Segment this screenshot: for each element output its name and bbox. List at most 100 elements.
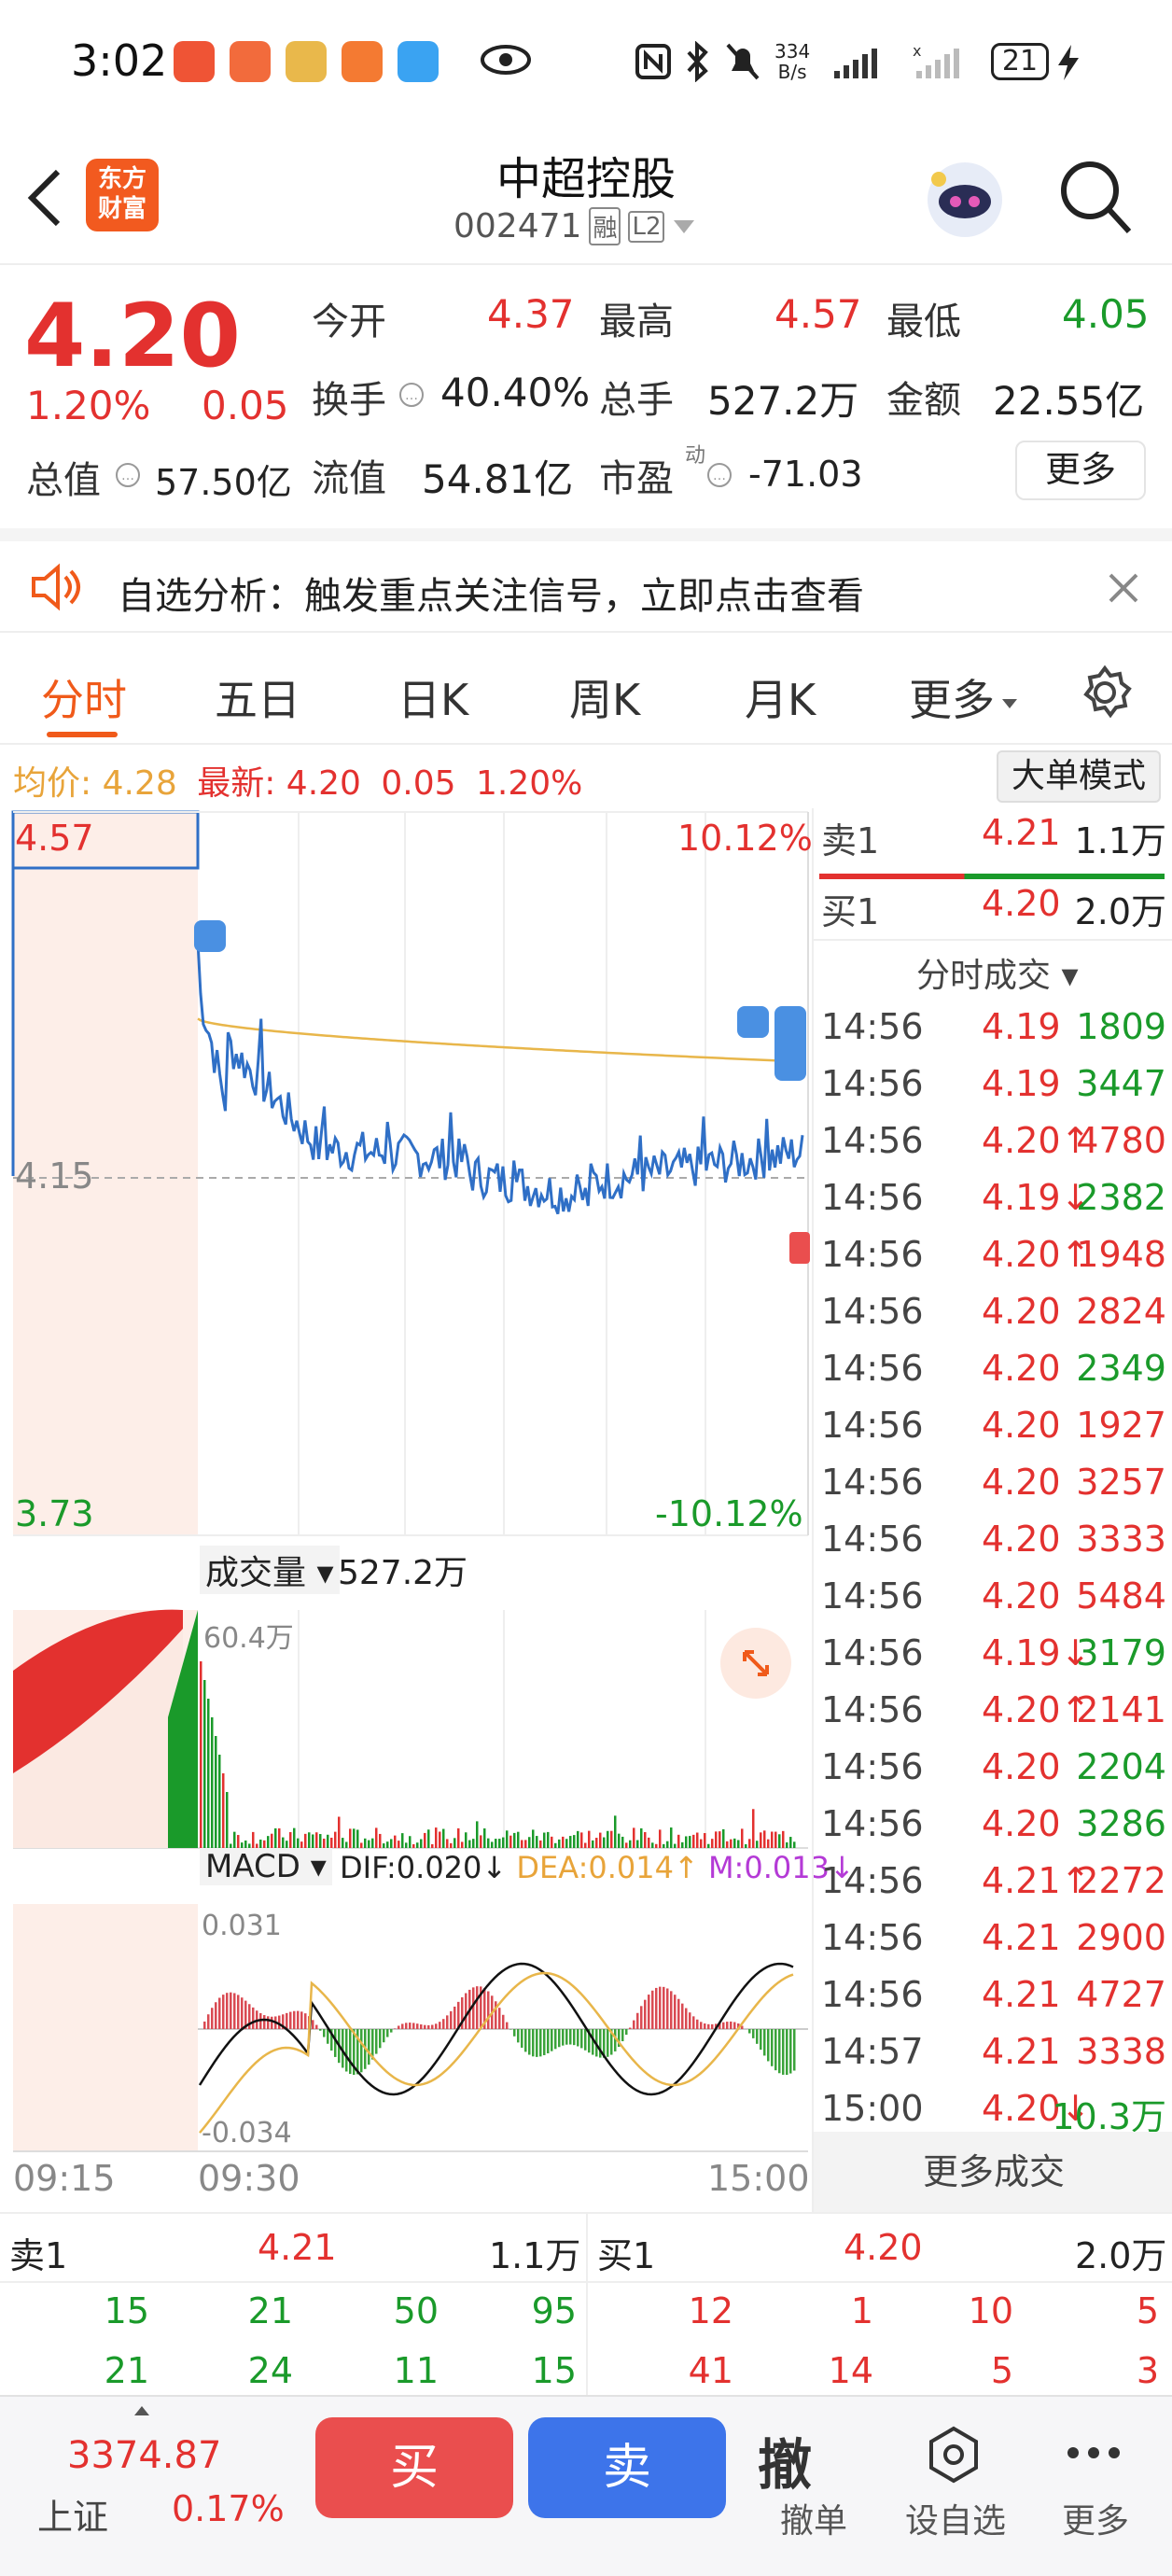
- volume-indicator-select[interactable]: 成交量 ▾: [200, 1546, 340, 1594]
- trade-row: 14:56 4.19↓ 2382: [814, 1177, 1172, 1235]
- volume-bar: [681, 1841, 684, 1848]
- volume-bar: [640, 1827, 643, 1848]
- tab-weekly-k[interactable]: 周K: [569, 666, 640, 728]
- volume-bar: [733, 1838, 736, 1848]
- volume-bar: [200, 1661, 202, 1848]
- info-icon[interactable]: …: [398, 381, 426, 409]
- volume-bar: [551, 1836, 553, 1848]
- trade-row: 14:56 4.20 3286: [814, 1803, 1172, 1861]
- sell-signal-marker[interactable]: [194, 920, 226, 952]
- macd-bar: [412, 2023, 415, 2029]
- volume-bar: [554, 1842, 557, 1848]
- search-icon[interactable]: [1058, 159, 1133, 237]
- macd-indicator-select[interactable]: MACD ▾: [200, 1848, 332, 1885]
- order-book-cell: 12: [688, 2290, 733, 2331]
- volume-bar: [286, 1841, 288, 1848]
- tick-trades-title[interactable]: 分时成交 ▾: [916, 948, 1079, 997]
- macd-bar: [573, 2029, 576, 2046]
- volume-bar: [543, 1832, 546, 1848]
- trade-volume: 3447: [1076, 1063, 1166, 1104]
- order-book-cell: 15: [104, 2290, 149, 2331]
- info-icon[interactable]: …: [705, 461, 733, 489]
- macd-bar: [636, 2012, 639, 2029]
- volume-total: 527.2万: [338, 1554, 468, 1592]
- volume-bar: [211, 1717, 214, 1848]
- book-sell1-price: 4.21: [258, 2227, 337, 2268]
- volume-bar: [435, 1827, 438, 1848]
- volume-bar: [203, 1680, 206, 1848]
- macd-bar: [663, 1986, 665, 2029]
- index-name[interactable]: 上证: [37, 2488, 108, 2540]
- trade-price: 4.20: [982, 1348, 1061, 1389]
- buy-button[interactable]: 买: [315, 2417, 513, 2518]
- tab-more[interactable]: 更多: [909, 666, 1019, 728]
- macd-bar: [409, 2023, 412, 2029]
- buy-signal-marker[interactable]: [789, 1232, 810, 1264]
- volume-bar: [502, 1837, 505, 1848]
- macd-bar: [580, 2029, 583, 2049]
- more-trades-button[interactable]: 更多成交: [814, 2132, 1172, 2212]
- intraday-chart[interactable]: 4.57 4.15 3.73 10.12% -10.12% 成交量 ▾ 527.…: [0, 747, 855, 2212]
- cancel-order-label[interactable]: 撤单: [780, 2494, 847, 2542]
- macd-bar: [207, 2014, 210, 2029]
- price-line: [196, 941, 804, 1215]
- volume-bar: [487, 1838, 490, 1848]
- volume-bar: [778, 1834, 781, 1848]
- add-watchlist-label[interactable]: 设自选: [905, 2494, 1006, 2542]
- tab-intraday[interactable]: 分时: [41, 666, 127, 728]
- stock-code-row[interactable]: 002471 融 L2: [453, 207, 696, 245]
- more-label[interactable]: 更多: [1062, 2494, 1129, 2542]
- macd-bar: [431, 2024, 434, 2029]
- cancel-order-icon: 撤: [758, 2433, 813, 2497]
- volume-bar: [763, 1830, 766, 1848]
- macd-bar: [659, 1986, 662, 2029]
- trade-price: 4.19: [982, 1063, 1061, 1104]
- big-order-mode-button[interactable]: 大单模式: [997, 750, 1161, 803]
- macd-bar: [435, 2023, 438, 2029]
- expand-chart-button[interactable]: [720, 1628, 791, 1699]
- macd-bar: [584, 2029, 587, 2051]
- volume-bar: [431, 1843, 434, 1848]
- volume-bar: [342, 1838, 344, 1848]
- volume-bar: [771, 1831, 774, 1848]
- volume-bar: [599, 1832, 602, 1848]
- macd-bar: [793, 2029, 796, 2071]
- volume-bar: [483, 1828, 486, 1848]
- chevron-down-icon: [1002, 698, 1017, 708]
- macd-bar: [767, 2029, 770, 2062]
- index-pct[interactable]: 0.17%: [172, 2488, 285, 2529]
- gear-icon[interactable]: [1077, 665, 1133, 721]
- volume-label: 总手: [599, 379, 674, 422]
- trade-price: 4.20: [982, 1291, 1061, 1332]
- order-book-cell: 41: [688, 2350, 733, 2391]
- volume-bar: [588, 1830, 591, 1848]
- order-book-cell: 21: [104, 2350, 149, 2391]
- tab-daily-k[interactable]: 日K: [398, 666, 468, 728]
- more-quote-button[interactable]: 更多: [1015, 441, 1146, 500]
- macd-bar: [297, 2010, 300, 2029]
- caret-up-icon[interactable]: [133, 2404, 151, 2417]
- sell-button[interactable]: 卖: [528, 2417, 726, 2518]
- macd-bar: [674, 1995, 677, 2029]
- tab-five-day[interactable]: 五日: [215, 666, 300, 728]
- sell-signal-marker[interactable]: [774, 1006, 806, 1081]
- svg-text:…: …: [121, 469, 134, 483]
- volume-bar: [760, 1832, 762, 1848]
- watchlist-icon[interactable]: [924, 2425, 984, 2485]
- index-value[interactable]: 3374.87: [67, 2434, 221, 2477]
- info-icon[interactable]: …: [114, 461, 142, 489]
- amount-label: 金额: [886, 379, 961, 422]
- trade-time: 14:56: [821, 1120, 924, 1161]
- tab-monthly-k[interactable]: 月K: [745, 666, 816, 728]
- macd-bar: [577, 2029, 579, 2047]
- more-dots-icon[interactable]: [1066, 2443, 1122, 2462]
- sell-signal-marker[interactable]: [737, 1006, 769, 1038]
- macd-bar: [222, 1995, 225, 2029]
- robot-assistant-icon[interactable]: [920, 153, 1010, 243]
- eye-icon: [481, 45, 531, 75]
- trade-row: 14:56 4.20 3333: [814, 1519, 1172, 1576]
- macd-bar: [383, 2029, 385, 2043]
- close-icon[interactable]: [1107, 571, 1140, 605]
- analysis-banner[interactable]: 自选分析：触发重点关注信号，立即点击查看: [0, 528, 1172, 633]
- trade-price: 4.19↓: [982, 1632, 1091, 1673]
